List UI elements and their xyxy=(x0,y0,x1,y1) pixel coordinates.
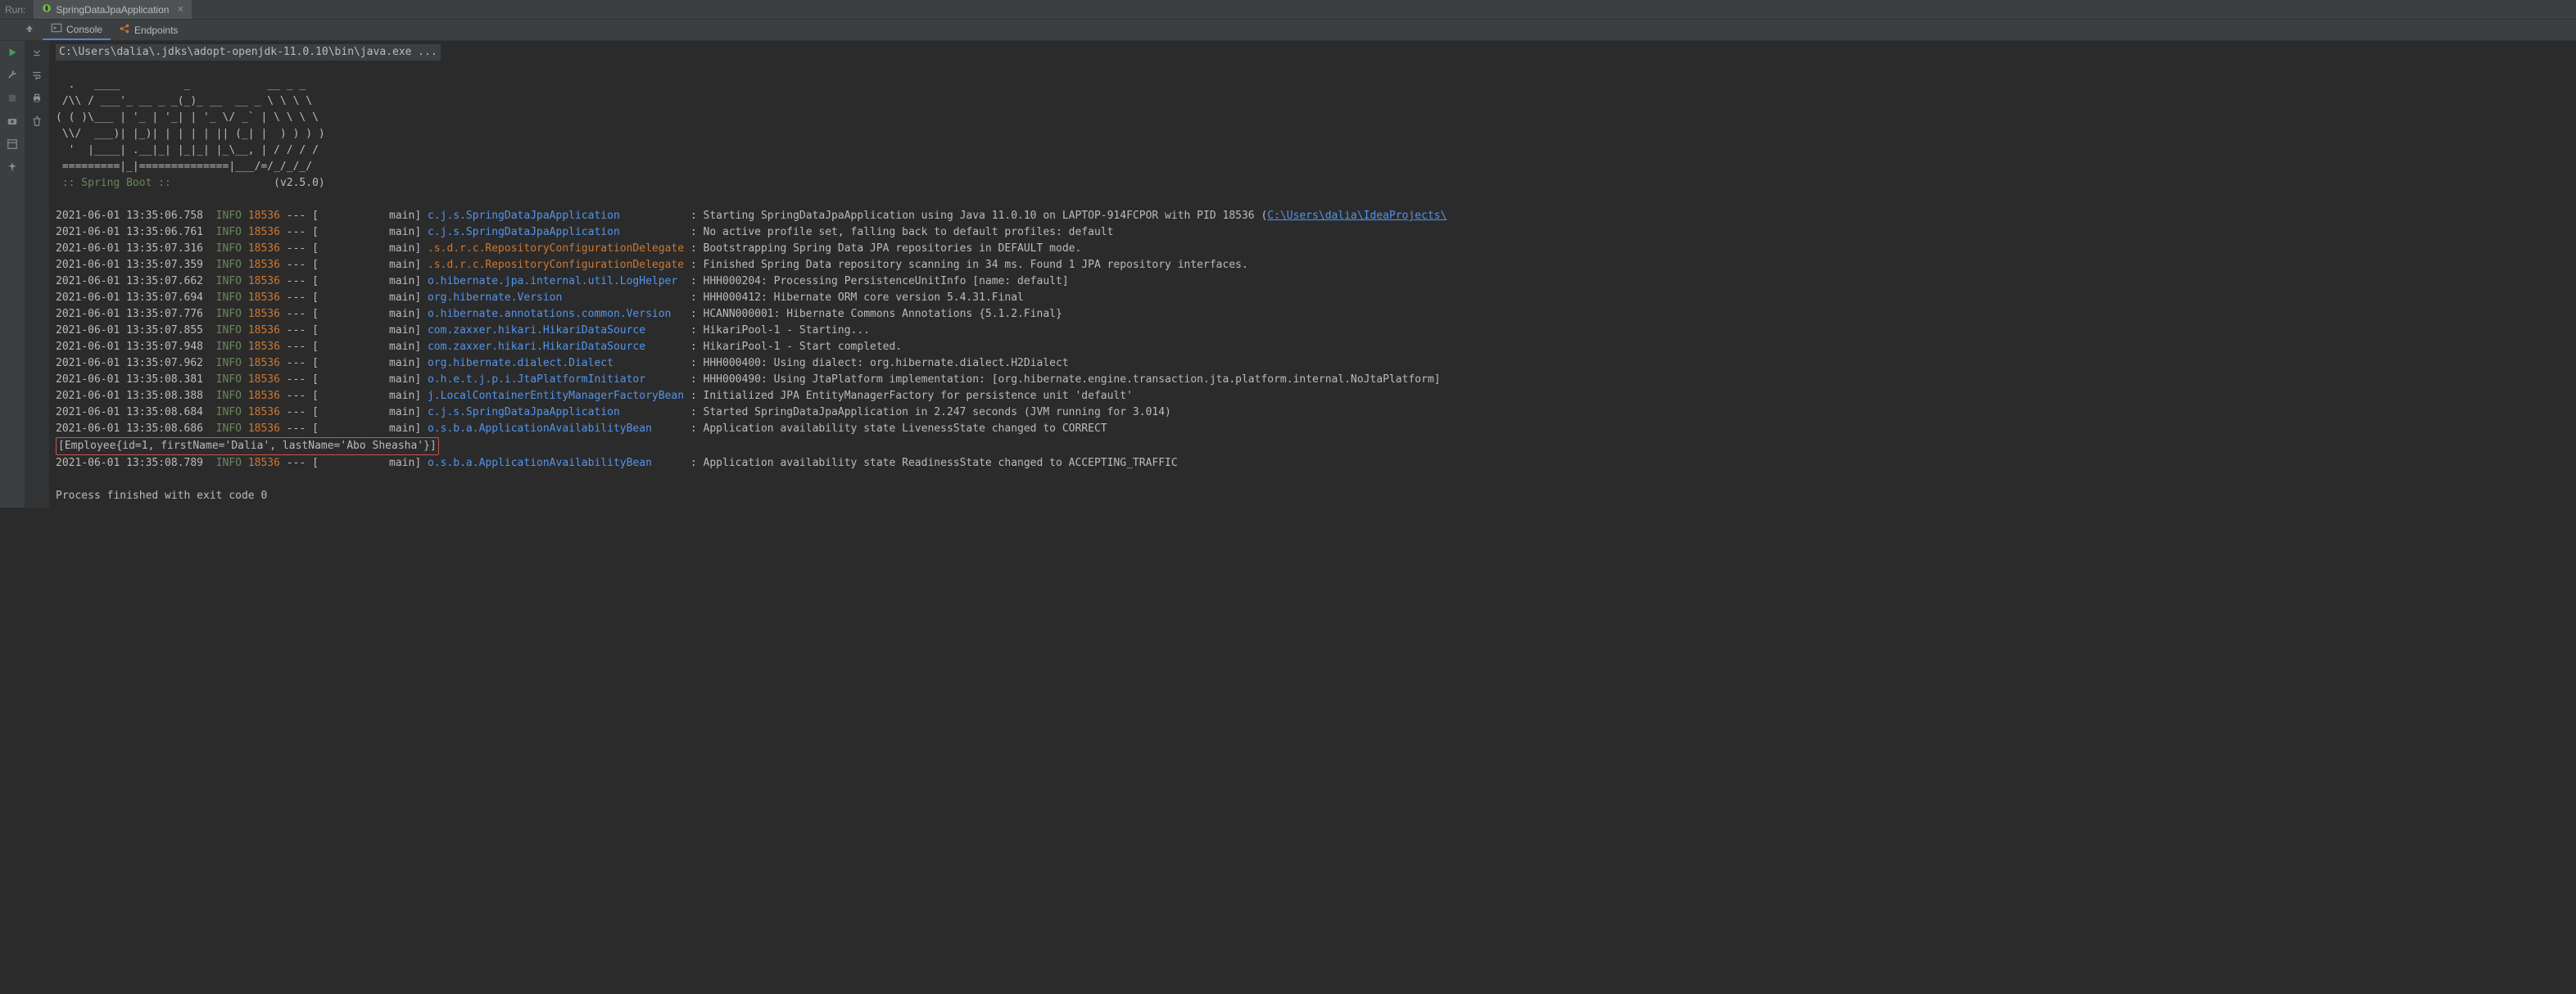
layout-icon[interactable] xyxy=(6,138,19,151)
log-line-after: 2021-06-01 13:35:08.789 INFO 18536 --- [… xyxy=(49,455,2576,472)
tool-tabs-row: Console Endpoints xyxy=(0,20,2576,41)
trash-icon[interactable] xyxy=(30,115,43,128)
wrench-icon[interactable] xyxy=(6,69,19,82)
pin-icon[interactable] xyxy=(6,160,19,174)
endpoints-icon xyxy=(119,23,130,37)
log-lines-container: 2021-06-01 13:35:06.758 INFO 18536 --- [… xyxy=(49,208,2576,437)
stop-icon[interactable] xyxy=(6,92,19,105)
run-tab-label: SpringDataJpaApplication xyxy=(56,4,169,16)
log-line: 2021-06-01 13:35:08.381 INFO 18536 --- [… xyxy=(49,372,2576,388)
camera-icon[interactable] xyxy=(6,115,19,128)
log-line: 2021-06-01 13:35:07.316 INFO 18536 --- [… xyxy=(49,241,2576,257)
log-line: 2021-06-01 13:35:07.948 INFO 18536 --- [… xyxy=(49,339,2576,355)
up-arrow-icon[interactable] xyxy=(25,24,34,37)
log-line: 2021-06-01 13:35:06.761 INFO 18536 --- [… xyxy=(49,224,2576,241)
run-label: Run: xyxy=(5,4,25,16)
tab-console-label: Console xyxy=(66,24,102,35)
console-action-gutter xyxy=(25,41,49,508)
rerun-icon[interactable] xyxy=(6,46,19,59)
command-line: C:\Users\dalia\.jdks\adopt-openjdk-11.0.… xyxy=(56,44,441,61)
log-line: 2021-06-01 13:35:07.694 INFO 18536 --- [… xyxy=(49,290,2576,306)
boot-label: :: Spring Boot :: xyxy=(56,177,178,189)
boot-version: (v2.5.0) xyxy=(178,177,325,189)
spring-ascii-banner: . ____ _ __ _ _ /\\ / ___'_ __ _ _(_)_ _… xyxy=(49,77,2576,175)
log-line: 2021-06-01 13:35:07.662 INFO 18536 --- [… xyxy=(49,273,2576,290)
log-line: 2021-06-01 13:35:07.962 INFO 18536 --- [… xyxy=(49,355,2576,372)
tab-endpoints[interactable]: Endpoints xyxy=(111,20,186,40)
log-line: 2021-06-01 13:35:08.684 INFO 18536 --- [… xyxy=(49,404,2576,421)
log-line: 2021-06-01 13:35:07.359 INFO 18536 --- [… xyxy=(49,257,2576,273)
left-action-gutter xyxy=(0,41,25,508)
console-icon xyxy=(51,22,62,36)
tab-endpoints-label: Endpoints xyxy=(134,25,178,36)
log-line: 2021-06-01 13:35:06.758 INFO 18536 --- [… xyxy=(49,208,2576,224)
console-output[interactable]: C:\Users\dalia\.jdks\adopt-openjdk-11.0.… xyxy=(49,41,2576,508)
close-icon[interactable]: × xyxy=(177,3,183,16)
log-line: 2021-06-01 13:35:08.789 INFO 18536 --- [… xyxy=(49,455,2576,472)
wrap-icon[interactable] xyxy=(30,69,43,82)
run-top-bar: Run: SpringDataJpaApplication × xyxy=(0,0,2576,20)
run-config-tab[interactable]: SpringDataJpaApplication × xyxy=(34,0,192,19)
highlighted-output: [Employee{id=1, firstName='Dalia', lastN… xyxy=(56,437,439,455)
tab-console[interactable]: Console xyxy=(43,20,111,40)
exit-line: Process finished with exit code 0 xyxy=(56,490,267,502)
log-line: 2021-06-01 13:35:07.855 INFO 18536 --- [… xyxy=(49,323,2576,339)
spring-icon xyxy=(42,3,52,16)
log-line: 2021-06-01 13:35:07.776 INFO 18536 --- [… xyxy=(49,306,2576,323)
path-link[interactable]: C:\Users\dalia\IdeaProjects\ xyxy=(1267,210,1446,222)
scroll-down-icon[interactable] xyxy=(30,46,43,59)
main-area: C:\Users\dalia\.jdks\adopt-openjdk-11.0.… xyxy=(0,41,2576,508)
print-icon[interactable] xyxy=(30,92,43,105)
log-line: 2021-06-01 13:35:08.388 INFO 18536 --- [… xyxy=(49,388,2576,404)
log-line: 2021-06-01 13:35:08.686 INFO 18536 --- [… xyxy=(49,421,2576,437)
